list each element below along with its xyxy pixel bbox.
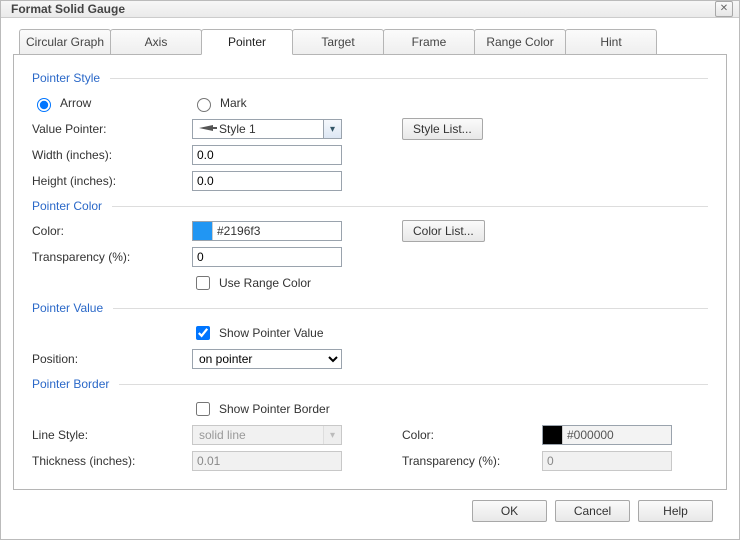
titlebar: Format Solid Gauge ✕	[1, 1, 739, 18]
button-label: Help	[663, 504, 688, 518]
radio-arrow[interactable]: Arrow	[32, 95, 192, 112]
color-value: #2196f3	[213, 224, 341, 238]
value-pointer-combo[interactable]: Style 1 ▾	[192, 119, 342, 139]
close-icon: ✕	[720, 3, 728, 14]
position-label: Position:	[32, 352, 192, 366]
tab-label: Target	[321, 35, 354, 49]
radio-mark-label: Mark	[220, 96, 247, 110]
tab-range-color[interactable]: Range Color	[474, 29, 566, 55]
checkbox-label: Show Pointer Border	[219, 402, 330, 416]
use-range-color-checkbox[interactable]: Use Range Color	[192, 273, 311, 293]
tab-label: Circular Graph	[26, 35, 104, 49]
checkbox-label: Show Pointer Value	[219, 326, 324, 340]
radio-arrow-input[interactable]	[37, 98, 51, 112]
close-button[interactable]: ✕	[715, 1, 733, 17]
line-style-value: solid line	[195, 428, 323, 442]
radio-arrow-label: Arrow	[60, 96, 91, 110]
section-pointer-color: Pointer Color	[32, 199, 708, 213]
button-label: Style List...	[413, 122, 472, 136]
ok-button[interactable]: OK	[472, 500, 547, 522]
arrow-icon	[195, 122, 219, 136]
color-swatch	[543, 426, 563, 444]
button-label: Cancel	[574, 504, 611, 518]
use-range-color-input[interactable]	[196, 276, 210, 290]
line-style-combo: solid line ▾	[192, 425, 342, 445]
show-pointer-border-checkbox[interactable]: Show Pointer Border	[192, 399, 330, 419]
divider	[112, 206, 708, 207]
divider	[113, 308, 708, 309]
button-label: OK	[501, 504, 518, 518]
tab-label: Range Color	[486, 35, 553, 49]
tab-hint[interactable]: Hint	[565, 29, 657, 55]
window-title: Format Solid Gauge	[11, 2, 715, 16]
transparency-label: Transparency (%):	[32, 250, 192, 264]
tab-pointer[interactable]: Pointer	[201, 29, 293, 55]
divider	[110, 78, 708, 79]
tab-frame[interactable]: Frame	[383, 29, 475, 55]
width-input[interactable]	[192, 145, 342, 165]
height-input[interactable]	[192, 171, 342, 191]
section-pointer-value: Pointer Value	[32, 301, 708, 315]
pointer-color-field[interactable]: #2196f3	[192, 221, 342, 241]
show-pointer-border-input[interactable]	[196, 402, 210, 416]
dialog-window: Format Solid Gauge ✕ Circular Graph Axis…	[0, 0, 740, 540]
thickness-label: Thickness (inches):	[32, 454, 192, 468]
help-button[interactable]: Help	[638, 500, 713, 522]
tab-axis[interactable]: Axis	[110, 29, 202, 55]
section-label: Pointer Border	[32, 377, 109, 391]
tab-bar: Circular Graph Axis Pointer Target Frame…	[19, 28, 727, 54]
section-label: Pointer Color	[32, 199, 102, 213]
border-color-field: #000000	[542, 425, 672, 445]
radio-mark-input[interactable]	[197, 98, 211, 112]
tab-label: Frame	[412, 35, 447, 49]
section-pointer-style: Pointer Style	[32, 71, 708, 85]
tab-panel-pointer: Pointer Style Arrow Mark Value Poi	[13, 54, 727, 490]
divider	[119, 384, 708, 385]
button-label: Color List...	[413, 224, 474, 238]
style-list-button[interactable]: Style List...	[402, 118, 483, 140]
line-style-label: Line Style:	[32, 428, 192, 442]
value-pointer-label: Value Pointer:	[32, 122, 192, 136]
cancel-button[interactable]: Cancel	[555, 500, 630, 522]
position-select[interactable]: on pointer	[192, 349, 342, 369]
content-area: Circular Graph Axis Pointer Target Frame…	[1, 18, 739, 540]
tab-label: Pointer	[228, 35, 266, 49]
color-value: #000000	[563, 428, 671, 442]
radio-mark[interactable]: Mark	[192, 95, 247, 112]
value-pointer-value: Style 1	[219, 122, 323, 136]
tab-circular-graph[interactable]: Circular Graph	[19, 29, 111, 55]
thickness-input	[192, 451, 342, 471]
chevron-down-icon: ▾	[323, 426, 341, 444]
section-label: Pointer Style	[32, 71, 100, 85]
show-pointer-value-checkbox[interactable]: Show Pointer Value	[192, 323, 324, 343]
section-pointer-border: Pointer Border	[32, 377, 708, 391]
height-label: Height (inches):	[32, 174, 192, 188]
dialog-footer: OK Cancel Help	[13, 490, 727, 532]
checkbox-label: Use Range Color	[219, 276, 311, 290]
tab-target[interactable]: Target	[292, 29, 384, 55]
chevron-down-icon: ▾	[323, 120, 341, 138]
width-label: Width (inches):	[32, 148, 192, 162]
color-label: Color:	[32, 224, 192, 238]
color-list-button[interactable]: Color List...	[402, 220, 485, 242]
tab-label: Hint	[600, 35, 621, 49]
section-label: Pointer Value	[32, 301, 103, 315]
color-swatch	[193, 222, 213, 240]
border-color-label: Color:	[402, 428, 542, 442]
transparency-input[interactable]	[192, 247, 342, 267]
show-pointer-value-input[interactable]	[196, 326, 210, 340]
tab-label: Axis	[145, 35, 168, 49]
border-transparency-label: Transparency (%):	[402, 454, 542, 468]
border-transparency-input	[542, 451, 672, 471]
